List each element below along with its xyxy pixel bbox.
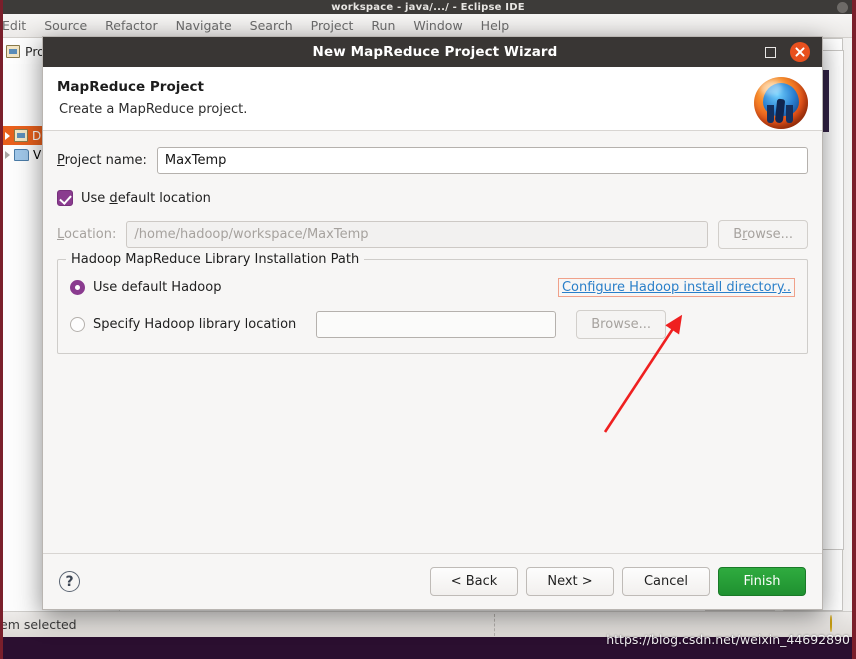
- menu-refactor[interactable]: Refactor: [105, 18, 157, 33]
- help-icon-label: ?: [65, 574, 73, 590]
- status-text: em selected: [0, 617, 77, 632]
- use-default-location-label: Use default location: [81, 191, 211, 206]
- location-value: /home/hadoop/workspace/MaxTemp: [134, 227, 368, 242]
- close-icon[interactable]: [790, 42, 810, 62]
- screen-edge-right: [852, 0, 856, 659]
- use-default-hadoop-label: Use default Hadoop: [93, 280, 221, 295]
- location-row: Location: /home/hadoop/workspace/MaxTemp…: [57, 220, 808, 249]
- specify-hadoop-browse-label: Browse...: [591, 317, 651, 332]
- ide-titlebar: workspace - java/.../ - Eclipse IDE: [0, 0, 856, 14]
- project-icon: [14, 129, 28, 142]
- help-icon[interactable]: ?: [59, 571, 80, 592]
- dialog-footer-buttons: < Back Next > Cancel Finish: [430, 567, 806, 596]
- hadoop-elephant-logo-icon: [754, 77, 808, 129]
- project-name-input[interactable]: MaxTemp: [157, 147, 808, 174]
- ide-menubar[interactable]: Edit Source Refactor Navigate Search Pro…: [0, 14, 856, 38]
- dialog-window-buttons: [765, 42, 822, 62]
- dialog-footer: ? < Back Next > Cancel Finish: [43, 553, 822, 609]
- use-default-hadoop-row[interactable]: Use default Hadoop Configure Hadoop inst…: [70, 278, 795, 297]
- screenshot-root: workspace - java/.../ - Eclipse IDE Edit…: [0, 0, 856, 659]
- specify-hadoop-library-radio[interactable]: [70, 317, 85, 332]
- cancel-button[interactable]: Cancel: [622, 567, 710, 596]
- menu-navigate[interactable]: Navigate: [176, 18, 232, 33]
- new-mapreduce-project-wizard-dialog: New MapReduce Project Wizard MapReduce P…: [42, 36, 823, 610]
- menu-project[interactable]: Project: [311, 18, 354, 33]
- project-name-label: Project name:: [57, 153, 147, 168]
- dialog-content: Project name: MaxTemp Use default locati…: [43, 131, 822, 553]
- finish-button-label: Finish: [743, 574, 780, 589]
- expand-triangle-icon[interactable]: [5, 151, 10, 159]
- specify-hadoop-library-input[interactable]: [316, 311, 556, 338]
- menu-window[interactable]: Window: [413, 18, 462, 33]
- menu-edit[interactable]: Edit: [2, 18, 26, 33]
- project-name-value: MaxTemp: [165, 153, 227, 168]
- back-button-label: < Back: [451, 574, 498, 589]
- menu-search[interactable]: Search: [250, 18, 293, 33]
- project-name-row: Project name: MaxTemp: [57, 147, 808, 174]
- expand-triangle-icon[interactable]: [5, 132, 10, 140]
- finish-button[interactable]: Finish: [718, 567, 806, 596]
- menu-run[interactable]: Run: [371, 18, 395, 33]
- location-browse-label: Browse...: [733, 227, 793, 242]
- menu-help[interactable]: Help: [481, 18, 510, 33]
- tree-item-label: V: [33, 148, 41, 162]
- quick-fix-bulb-icon[interactable]: [830, 616, 842, 633]
- specify-hadoop-library-row[interactable]: Specify Hadoop library location Browse..…: [70, 310, 795, 339]
- hadoop-library-path-group: Hadoop MapReduce Library Installation Pa…: [57, 259, 808, 354]
- specify-hadoop-library-label: Specify Hadoop library location: [93, 317, 296, 332]
- use-default-location-row[interactable]: Use default location: [57, 190, 808, 206]
- page-subtitle: Create a MapReduce project.: [57, 102, 808, 117]
- project-explorer-icon: [6, 45, 20, 58]
- dialog-title: New MapReduce Project Wizard: [43, 44, 765, 60]
- dialog-titlebar[interactable]: New MapReduce Project Wizard: [43, 37, 822, 67]
- configure-hadoop-install-directory-link[interactable]: Configure Hadoop install directory..: [558, 278, 795, 297]
- specify-hadoop-browse-button[interactable]: Browse...: [576, 310, 666, 339]
- cancel-button-label: Cancel: [644, 574, 688, 589]
- use-default-hadoop-radio[interactable]: [70, 280, 85, 295]
- watermark-text: https://blog.csdn.net/weixin_44692890: [606, 632, 850, 647]
- back-button[interactable]: < Back: [430, 567, 518, 596]
- location-input[interactable]: /home/hadoop/workspace/MaxTemp: [126, 221, 708, 248]
- hadoop-library-path-group-title: Hadoop MapReduce Library Installation Pa…: [66, 252, 364, 267]
- location-browse-button[interactable]: Browse...: [718, 220, 808, 249]
- ide-window-menu-icon[interactable]: [837, 2, 848, 13]
- dialog-header: MapReduce Project Create a MapReduce pro…: [43, 67, 822, 131]
- ide-window-title: workspace - java/.../ - Eclipse IDE: [331, 2, 524, 13]
- next-button-label: Next >: [547, 574, 592, 589]
- status-separator: [494, 614, 495, 636]
- maximize-icon[interactable]: [765, 47, 776, 58]
- tree-item-label: D: [32, 129, 41, 143]
- page-title: MapReduce Project: [57, 79, 808, 95]
- use-default-location-checkbox[interactable]: [57, 190, 73, 206]
- next-button[interactable]: Next >: [526, 567, 614, 596]
- location-label: Location:: [57, 227, 116, 242]
- screen-edge-left: [0, 0, 3, 659]
- menu-source[interactable]: Source: [44, 18, 87, 33]
- folder-icon: [14, 149, 29, 161]
